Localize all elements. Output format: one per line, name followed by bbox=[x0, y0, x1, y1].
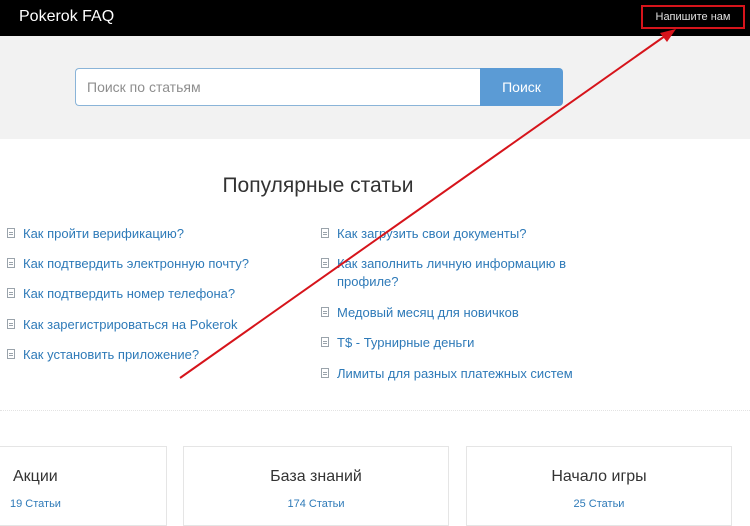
contact-us-button[interactable]: Напишите нам bbox=[641, 5, 745, 29]
article-link-label: Как подтвердить номер телефона? bbox=[23, 286, 236, 301]
search-button[interactable]: Поиск bbox=[480, 68, 563, 106]
category-title: Акции bbox=[13, 468, 58, 485]
article-link-label: Как заполнить личную информацию в профил… bbox=[337, 256, 567, 289]
article-link-label: Лимиты для разных платежных систем bbox=[337, 366, 573, 381]
article-link-label: Как зарегистрироваться на Pokerok bbox=[23, 317, 238, 332]
document-icon bbox=[321, 368, 329, 378]
article-link-label: Как установить приложение? bbox=[23, 347, 200, 362]
category-card-getting-started[interactable]: Начало игры 25 Статьи bbox=[466, 446, 732, 526]
category-article-count[interactable]: 25 Статьи bbox=[467, 498, 731, 510]
category-title: Начало игры bbox=[551, 468, 647, 485]
site-brand[interactable]: Pokerok FAQ bbox=[19, 8, 114, 26]
article-link-label: Медовый месяц для новичков bbox=[337, 305, 519, 320]
top-bar: Pokerok FAQ Напишите нам bbox=[0, 0, 750, 36]
document-icon bbox=[7, 319, 15, 329]
document-icon bbox=[7, 228, 15, 238]
document-icon bbox=[321, 228, 329, 238]
document-icon bbox=[321, 307, 329, 317]
article-link-label: Как пройти верификацию? bbox=[23, 226, 185, 241]
article-link-label: Как подтвердить электронную почту? bbox=[23, 256, 249, 271]
article-link-label: Как загрузить свои документы? bbox=[337, 226, 527, 241]
article-link-label: T$ - Турнирные деньги bbox=[337, 335, 475, 350]
category-title: База знаний bbox=[270, 468, 362, 485]
category-article-count[interactable]: 19 Статьи bbox=[10, 498, 177, 510]
category-card-promotions[interactable]: Акции 19 Статьи bbox=[0, 446, 167, 526]
search-section: Поиск bbox=[0, 36, 750, 139]
section-divider bbox=[0, 410, 750, 411]
category-article-count[interactable]: 174 Статьи bbox=[184, 498, 448, 510]
document-icon bbox=[7, 349, 15, 359]
document-icon bbox=[321, 337, 329, 347]
popular-articles-title: Популярные статьи bbox=[222, 174, 414, 197]
document-icon bbox=[7, 288, 15, 298]
document-icon bbox=[7, 258, 15, 268]
category-card-knowledge-base[interactable]: База знаний 174 Статьи bbox=[183, 446, 449, 526]
search-input[interactable] bbox=[75, 68, 481, 106]
document-icon bbox=[321, 258, 329, 268]
